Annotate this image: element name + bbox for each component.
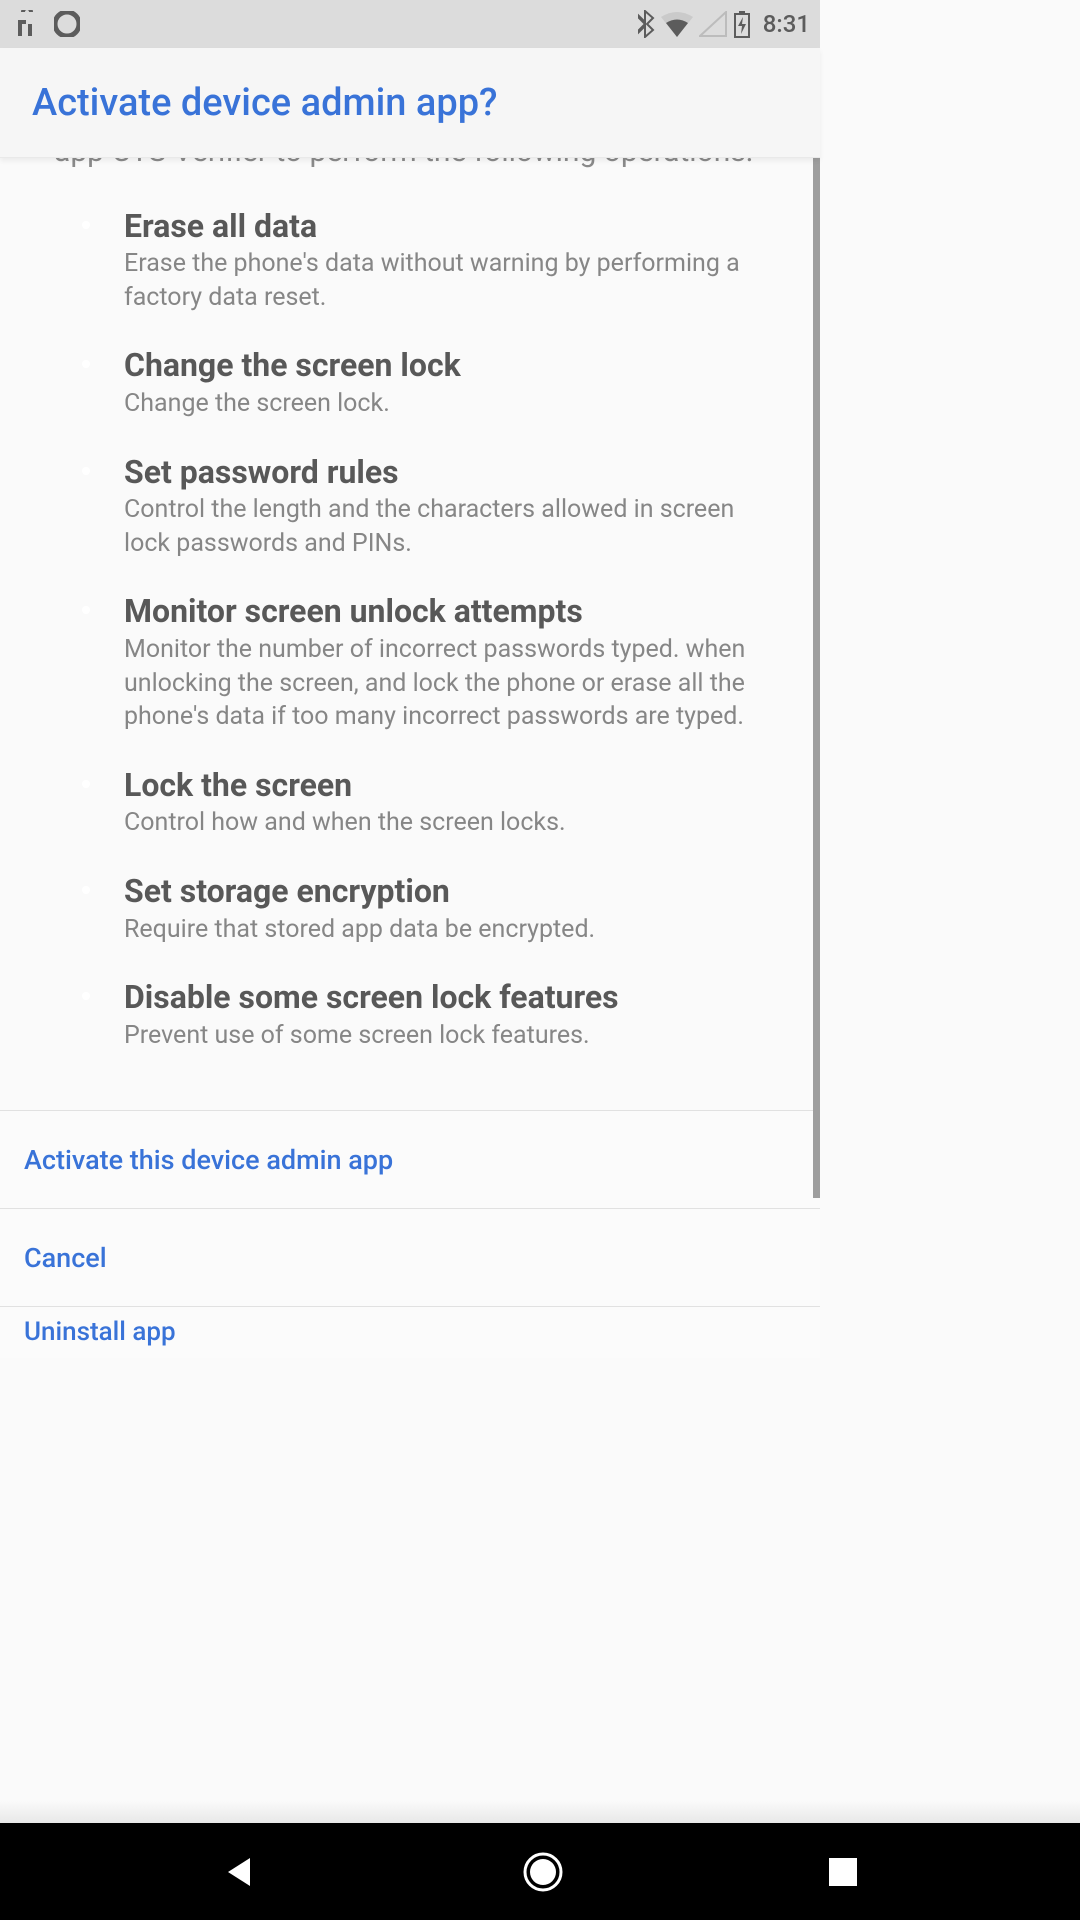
status-bar: 8:31 xyxy=(0,0,820,48)
page-title: Activate device admin app? xyxy=(32,81,498,125)
bluetooth-icon xyxy=(637,10,655,38)
wifi-icon xyxy=(661,11,693,37)
permission-title: Set password rules xyxy=(124,453,766,491)
permission-title: Change the screen lock xyxy=(124,346,766,384)
status-time: 8:31 xyxy=(763,10,810,38)
intro-text: app CTS Verifier to perform the followin… xyxy=(54,158,766,173)
header: Activate device admin app? xyxy=(0,48,820,158)
permission-item: Monitor screen unlock attempts Monitor t… xyxy=(96,592,766,734)
permission-item: Set password rules Control the length an… xyxy=(96,453,766,561)
home-icon[interactable] xyxy=(521,1850,565,1894)
permissions-list: Erase all data Erase the phone's data wi… xyxy=(54,207,766,1053)
cell-signal-icon xyxy=(699,11,727,37)
permission-title: Erase all data xyxy=(124,207,766,245)
permission-item: Lock the screen Control how and when the… xyxy=(96,766,766,840)
permission-desc: Erase the phone's data without warning b… xyxy=(124,247,766,315)
circle-icon xyxy=(54,11,80,37)
permission-item: Disable some screen lock features Preven… xyxy=(96,978,766,1052)
actions: Activate this device admin app Cancel Un… xyxy=(0,1110,820,1358)
recent-apps-icon[interactable] xyxy=(828,1857,858,1887)
permission-item: Erase all data Erase the phone's data wi… xyxy=(96,207,766,315)
cancel-button[interactable]: Cancel xyxy=(0,1208,820,1306)
permission-desc: Require that stored app data be encrypte… xyxy=(124,913,766,947)
permission-title: Disable some screen lock features xyxy=(124,978,766,1016)
permission-desc: Monitor the number of incorrect password… xyxy=(124,633,766,734)
battery-charging-icon xyxy=(733,10,751,38)
permission-title: Set storage encryption xyxy=(124,872,766,910)
permission-desc: Change the screen lock. xyxy=(124,387,766,421)
permission-title: Monitor screen unlock attempts xyxy=(124,592,766,630)
permission-item: Set storage encryption Require that stor… xyxy=(96,872,766,946)
scrollbar[interactable] xyxy=(813,158,820,1198)
navigation-bar xyxy=(0,1823,1080,1920)
bottom-shadow xyxy=(0,1801,1080,1823)
uninstall-button[interactable]: Uninstall app xyxy=(0,1306,820,1358)
fi-icon xyxy=(14,10,38,38)
permission-item: Change the screen lock Change the screen… xyxy=(96,346,766,420)
activate-button[interactable]: Activate this device admin app xyxy=(0,1110,820,1208)
content-area: app CTS Verifier to perform the followin… xyxy=(0,158,820,1358)
permission-desc: Prevent use of some screen lock features… xyxy=(124,1019,766,1053)
permission-title: Lock the screen xyxy=(124,766,766,804)
permission-desc: Control how and when the screen locks. xyxy=(124,806,766,840)
back-icon[interactable] xyxy=(222,1854,258,1890)
permission-desc: Control the length and the characters al… xyxy=(124,493,766,561)
